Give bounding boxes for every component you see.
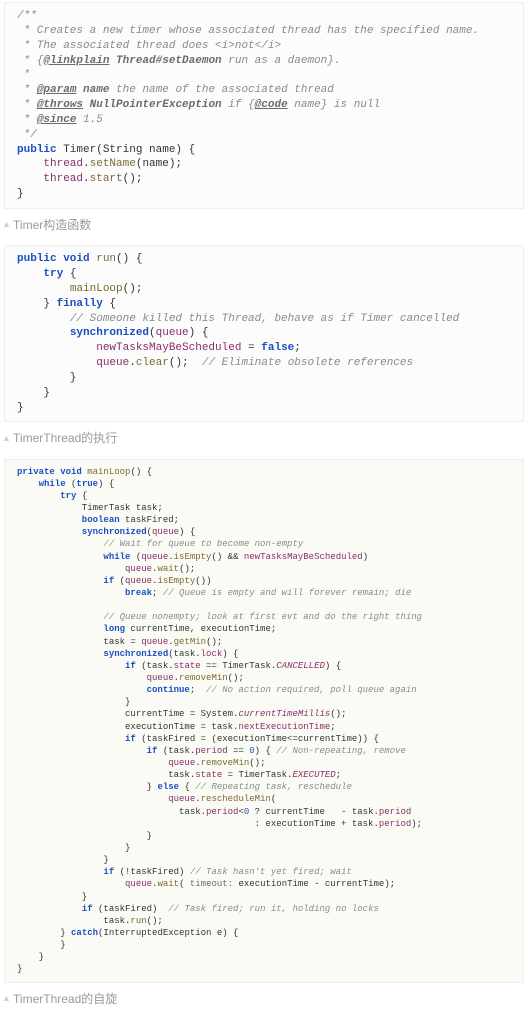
code-block-timerthread-run: public void run() { try { mainLoop(); } … [4,245,524,422]
javadoc-line: * Creates a new timer whose associated t… [17,25,479,37]
javadoc-line: * @throws NullPointerException if {@code… [17,99,380,111]
code-line: synchronized(queue) { [17,527,195,537]
caret-icon: ▴ [4,432,9,446]
code-line: public void run() { [17,253,142,265]
code-line: executionTime = task.nextExecutionTime; [17,722,336,732]
caret-icon: ▴ [4,218,9,232]
javadoc-line: * @since 1.5 [17,114,103,126]
code-line: } [17,831,152,841]
code-line: synchronized(task.lock) { [17,649,238,659]
code-line: if (task.period == 0) { // Non-repeating… [17,746,406,756]
code-line: } [17,940,66,950]
code-line: thread.setName(name); [17,158,182,170]
code-line: private void mainLoop() { [17,467,152,477]
code-line: while (true) { [17,479,114,489]
code-line: try { [17,268,76,280]
code-line: mainLoop(); [17,283,142,295]
code-block-timer-constructor: /** * Creates a new timer whose associat… [4,2,524,209]
caption-text: Timer构造函数 [13,217,91,233]
code-line: if (taskFired) // Task fired; run it, ho… [17,904,379,914]
javadoc-line: * {@linkplain Thread#setDaemon run as a … [17,55,340,67]
code-line: try { [17,491,87,501]
code-line: TimerTask task; [17,503,163,513]
code-line: long currentTime, executionTime; [17,624,276,634]
code-line: if (taskFired = (executionTime<=currentT… [17,734,379,744]
code-line: queue.wait(); [17,564,195,574]
code-line: task.run(); [17,916,163,926]
code-line: if (task.state == TimerTask.CANCELLED) { [17,661,341,671]
caption-timerthread-run: ▴ TimerThread的执行 [0,424,528,456]
code-line: } [17,952,44,962]
code-line: : executionTime + task.period); [17,819,422,829]
code-line: public Timer(String name) { [17,144,195,156]
caret-icon: ▴ [4,992,9,1006]
code-line: } [17,964,22,974]
code-line: newTasksMayBeScheduled = false; [17,342,301,354]
caption-timer-constructor: ▴ Timer构造函数 [0,211,528,243]
caption-mainloop: ▴ TimerThread的自旋 [0,985,528,1017]
code-line: task = queue.getMin(); [17,637,222,647]
code-line: } [17,697,130,707]
code-line: } [17,402,24,414]
code-line: synchronized(queue) { [17,327,208,339]
code-line: } catch(InterruptedException e) { [17,928,238,938]
code-line: boolean taskFired; [17,515,179,525]
code-line: } [17,188,24,200]
code-line: break; // Queue is empty and will foreve… [17,588,411,598]
code-block-mainloop: private void mainLoop() { while (true) {… [4,459,524,983]
code-line: while (queue.isEmpty() && newTasksMayBeS… [17,552,368,562]
code-line: } [17,855,109,865]
code-line: } [17,843,130,853]
code-line: queue.rescheduleMin( [17,794,276,804]
caption-text: TimerThread的执行 [13,430,117,446]
code-line: if (queue.isEmpty()) [17,576,211,586]
caption-text: TimerThread的自旋 [13,991,117,1007]
code-line: // Queue nonempty; look at first evt and… [17,612,422,622]
code-line: queue.wait( timeout: executionTime - cur… [17,879,395,889]
code-line: } [17,387,50,399]
javadoc-line: * @param name the name of the associated… [17,84,334,96]
code-line: task.period<0 ? currentTime - task.perio… [17,807,411,817]
code-line: task.state = TimerTask.EXECUTED; [17,770,341,780]
code-line: currentTime = System.currentTimeMillis()… [17,709,346,719]
code-line: queue.removeMin(); [17,758,265,768]
code-line: queue.removeMin(); [17,673,244,683]
javadoc-line: * [17,69,30,81]
code-line: continue; // No action required, poll qu… [17,685,417,695]
code-line: } finally { [17,298,116,310]
code-line: } [17,372,76,384]
javadoc-line: */ [17,129,37,141]
code-line: thread.start(); [17,173,142,185]
code-line: queue.clear(); // Eliminate obsolete ref… [17,357,413,369]
code-line: // Wait for queue to become non-empty [17,539,303,549]
javadoc-line: /** [17,10,37,22]
code-line: } [17,892,87,902]
javadoc-line: * The associated thread does <i>not</i> [17,40,281,52]
code-line: if (!taskFired) // Task hasn't yet fired… [17,867,352,877]
code-line: } else { // Repeating task, reschedule [17,782,352,792]
code-line: // Someone killed this Thread, behave as… [17,313,459,325]
